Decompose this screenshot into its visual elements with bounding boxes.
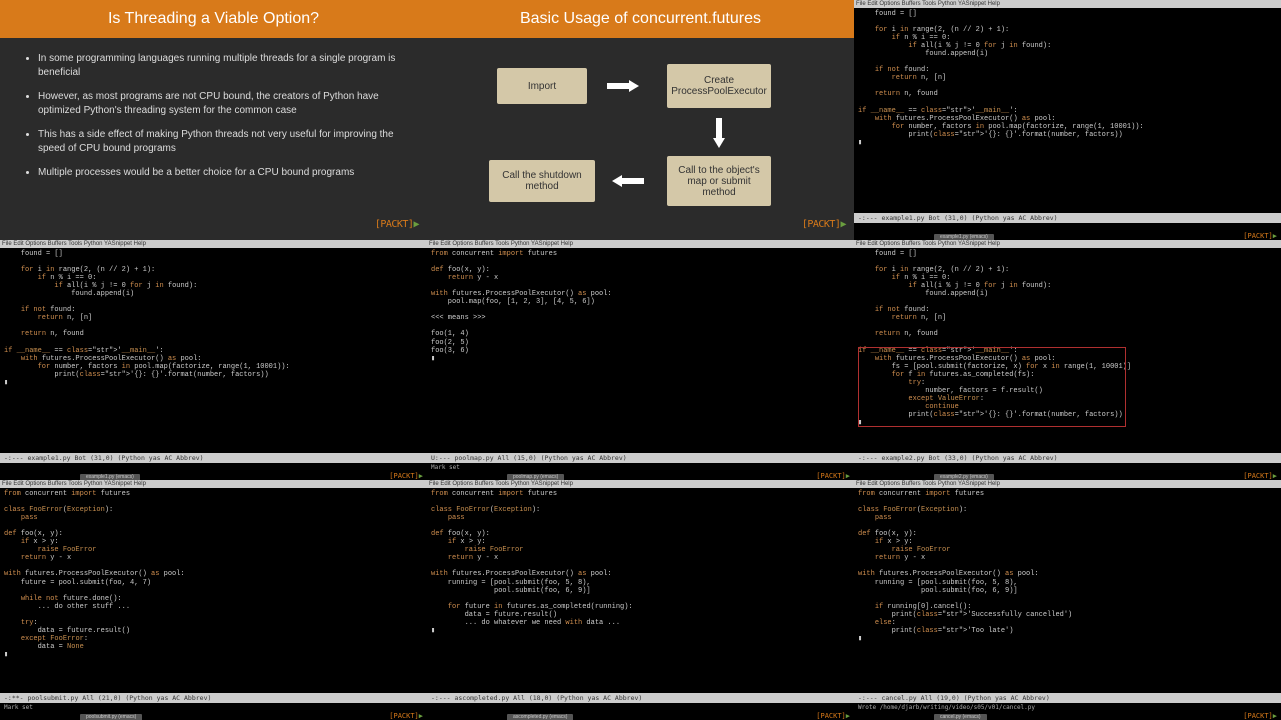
brand-logo: [PACKT]▶ <box>389 712 423 720</box>
minibuffer <box>0 463 427 472</box>
code-area[interactable]: from concurrent import futures def foo(x… <box>427 248 854 453</box>
modeline: U:--- poolmap.py All (15,0) (Python yas … <box>427 453 854 463</box>
flow-box-shutdown: Call the shutdown method <box>489 160 595 202</box>
modeline: -:--- example1.py Bot (31,0) (Python yas… <box>854 213 1281 223</box>
arrow-icon <box>716 118 722 138</box>
slide-title: Basic Usage of concurrent.futures <box>427 0 854 38</box>
brand-logo: [PACKT]▶ <box>1243 232 1277 240</box>
flow-box-call: Call to the object's map or submit metho… <box>667 156 771 206</box>
bullet: However, as most programs are not CPU bo… <box>38 90 403 118</box>
slide-threading: Is Threading a Viable Option? In some pr… <box>0 0 427 240</box>
brand-logo: [PACKT]▶ <box>389 472 423 480</box>
editor-menubar[interactable]: File Edit Options Buffers Tools Python Y… <box>854 480 1281 488</box>
editor-menubar[interactable]: File Edit Options Buffers Tools Python Y… <box>0 480 427 488</box>
highlight-box <box>858 347 1126 427</box>
slide-title: Is Threading a Viable Option? <box>0 0 427 38</box>
minibuffer: Mark set <box>427 463 854 472</box>
editor-cell-4: File Edit Options Buffers Tools Python Y… <box>0 240 427 480</box>
editor-menubar[interactable]: File Edit Options Buffers Tools Python Y… <box>854 240 1281 248</box>
flow-box-import: Import <box>497 68 587 104</box>
editor-cell-9: File Edit Options Buffers Tools Python Y… <box>854 480 1281 720</box>
editor-cell-5: File Edit Options Buffers Tools Python Y… <box>427 240 854 480</box>
flow-box-create: Create ProcessPoolExecutor <box>667 64 771 108</box>
code-area[interactable]: from concurrent import futures class Foo… <box>427 488 854 693</box>
editor-cell-3: File Edit Options Buffers Tools Python Y… <box>854 0 1281 240</box>
editor-menubar[interactable]: File Edit Options Buffers Tools Python Y… <box>854 0 1281 8</box>
modeline: -:--- cancel.py All (19,0) (Python yas A… <box>854 693 1281 703</box>
bullet: Multiple processes would be a better cho… <box>38 166 403 180</box>
editor-cell-7: File Edit Options Buffers Tools Python Y… <box>0 480 427 720</box>
code-area[interactable]: found = [] for i in range(2, (n // 2) + … <box>854 8 1281 213</box>
slide-futures-flow: Basic Usage of concurrent.futures Import… <box>427 0 854 240</box>
modeline: -:--- example1.py Bot (31,0) (Python yas… <box>0 453 427 463</box>
modeline: -:--- example2.py Bot (33,0) (Python yas… <box>854 453 1281 463</box>
arrow-icon <box>622 178 644 184</box>
editor-cell-6: File Edit Options Buffers Tools Python Y… <box>854 240 1281 480</box>
editor-menubar[interactable]: File Edit Options Buffers Tools Python Y… <box>0 240 427 248</box>
brand-logo: [PACKT]▶ <box>1243 472 1277 480</box>
taskbar-tab[interactable]: ascompleted.py (emacs) <box>507 714 573 720</box>
brand-logo: [PACKT]▶ <box>816 472 850 480</box>
modeline: -:--- ascompleted.py All (18,0) (Python … <box>427 693 854 703</box>
brand-logo: [PACKT]▶ <box>816 712 850 720</box>
minibuffer <box>854 223 1281 232</box>
editor-menubar[interactable]: File Edit Options Buffers Tools Python Y… <box>427 480 854 488</box>
slide-body: In some programming languages running mu… <box>0 38 427 240</box>
brand-logo: [PACKT]▶ <box>802 219 846 230</box>
minibuffer: Mark set <box>0 703 427 712</box>
taskbar-tab[interactable]: poolsubmit.py (emacs) <box>80 714 142 720</box>
arrow-icon <box>607 83 629 89</box>
modeline: -:**- poolsubmit.py All (21,0) (Python y… <box>0 693 427 703</box>
editor-cell-8: File Edit Options Buffers Tools Python Y… <box>427 480 854 720</box>
flow-diagram: Import Create ProcessPoolExecutor Call t… <box>427 38 854 240</box>
brand-logo: [PACKT]▶ <box>1243 712 1277 720</box>
code-area[interactable]: from concurrent import futures class Foo… <box>0 488 427 693</box>
minibuffer <box>427 703 854 712</box>
code-area[interactable]: found = [] for i in range(2, (n // 2) + … <box>0 248 427 453</box>
brand-logo: [PACKT]▶ <box>375 219 419 230</box>
minibuffer: Wrote /home/djarb/writing/video/s05/v01/… <box>854 703 1281 712</box>
taskbar-tab[interactable]: cancel.py (emacs) <box>934 714 987 720</box>
editor-menubar[interactable]: File Edit Options Buffers Tools Python Y… <box>427 240 854 248</box>
bullet: This has a side effect of making Python … <box>38 128 403 156</box>
minibuffer <box>854 463 1281 472</box>
bullet: In some programming languages running mu… <box>38 52 403 80</box>
code-area[interactable]: from concurrent import futures class Foo… <box>854 488 1281 693</box>
